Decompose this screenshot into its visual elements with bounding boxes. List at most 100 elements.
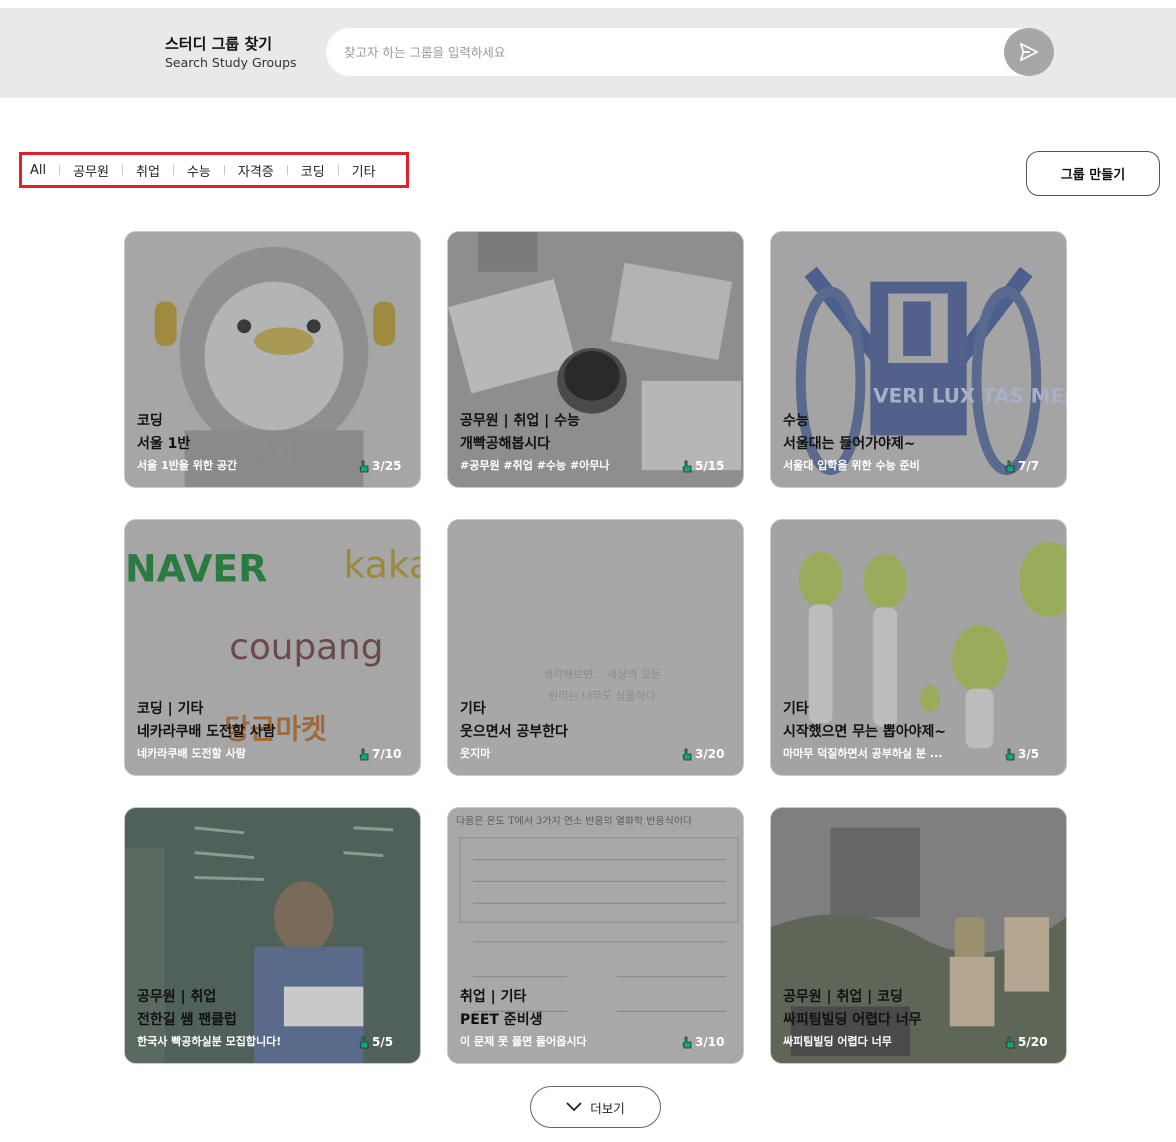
load-more-label: 더보기 (590, 1100, 625, 1116)
card-content: 공무원 | 취업 전한길 쌤 팬클럽 한국사 빡공하실분 모집합니다! 5/5 (137, 986, 408, 1051)
card-title: 서울 1반 (137, 436, 191, 452)
card-description: 마마무 덕질하면서 공부하실 분 ... (783, 747, 943, 760)
card-art-text: kaka (344, 543, 420, 587)
card-content: 기타 시작했으면 무는 뽑아야제~ 마마무 덕질하면서 공부하실 분 ... 3… (783, 698, 1054, 763)
study-group-card[interactable]: 드루와~ 코딩 서울 1반 서울 1반을 위한 공간 3/25 (124, 231, 421, 488)
member-count-value: 5/20 (1018, 1035, 1048, 1049)
member-count: 7/10 (359, 745, 401, 763)
card-art-text: VERI LUX TAS MEA (873, 385, 1066, 408)
card-title: 시작했으면 무는 뽑아야제~ (783, 724, 947, 740)
page-subtitle: Search Study Groups (165, 55, 297, 70)
category-jagyeokjeung[interactable]: 자격증 (238, 161, 274, 180)
card-description: 싸피팀빌딩 어렵다 너무 (783, 1035, 892, 1048)
card-art-text: coupang (229, 627, 383, 668)
card-title: 개빡공해봅시다 (460, 436, 551, 452)
search-input[interactable] (344, 40, 984, 64)
category-coding[interactable]: 코딩 (301, 161, 325, 180)
study-group-card[interactable]: 생각해보면... 세상의 모든 원리는 너무도 심플하다 기타 웃으면서 공부한… (447, 519, 744, 776)
card-title: 네카라쿠배 도전할 사람 (137, 724, 276, 740)
card-category: 공무원 | 취업 | 코딩 (783, 989, 903, 1005)
header: 스터디 그룹 찾기 Search Study Groups (0, 8, 1176, 98)
pointing-hand-icon (682, 1036, 692, 1048)
divider (337, 165, 339, 175)
page-title: 스터디 그룹 찾기 (165, 35, 273, 53)
card-category: 취업 | 기타 (460, 989, 527, 1005)
card-art-text: NAVER (125, 547, 267, 591)
divider (286, 165, 288, 175)
study-group-card[interactable]: VERI LUX TAS MEA 수능 서울대는 들어가야제~ 서울대 입학을 … (770, 231, 1067, 488)
card-title: 서울대는 들어가야제~ (783, 436, 916, 452)
card-description: 이 문제 못 풀면 들어옵시다 (460, 1035, 587, 1048)
card-content: 코딩 서울 1반 서울 1반을 위한 공간 3/25 (137, 410, 408, 475)
member-count: 3/5 (1005, 745, 1039, 763)
study-group-card[interactable]: 공무원 | 취업 | 수능 개빡공해봅시다 #공무원 #취업 #수능 #아무나 … (447, 231, 744, 488)
member-count-value: 5/5 (372, 1035, 394, 1049)
study-group-card[interactable]: 다음은 온도 T에서 3가지 연소 반응의 열화학 반응식이다 취업 | 기타 … (447, 807, 744, 1064)
category-suneung[interactable]: 수능 (187, 161, 211, 180)
category-gongmuwon[interactable]: 공무원 (73, 161, 109, 180)
member-count: 7/7 (1005, 457, 1039, 475)
chevron-down-icon (566, 1102, 582, 1112)
card-description: 서울대 입학을 위한 수능 준비 (783, 459, 920, 472)
card-description: 서울 1반을 위한 공간 (137, 459, 238, 472)
category-chwieop[interactable]: 취업 (136, 161, 160, 180)
card-category: 기타 (783, 701, 809, 717)
brand: 스터디 그룹 찾기 Search Study Groups (165, 34, 297, 72)
card-description: #공무원 #취업 #수능 #아무나 (460, 459, 610, 472)
load-more-button[interactable]: 더보기 (530, 1086, 661, 1128)
card-content: 공무원 | 취업 | 코딩 싸피팀빌딩 어렵다 너무 싸피팀빌딩 어렵다 너무 … (783, 986, 1054, 1051)
card-art-text: 다음은 온도 T에서 3가지 연소 반응의 열화학 반응식이다 (455, 815, 693, 827)
divider (122, 165, 124, 175)
category-gita[interactable]: 기타 (352, 161, 376, 180)
card-description: 웃지마 (460, 747, 491, 760)
card-content: 기타 웃으면서 공부한다 웃지마 3/20 (460, 698, 731, 763)
pointing-hand-icon (1005, 460, 1015, 472)
card-title: PEET 준비생 (460, 1012, 543, 1028)
create-group-button[interactable]: 그룹 만들기 (1026, 151, 1160, 196)
pointing-hand-icon (359, 460, 369, 472)
member-count: 5/15 (682, 457, 724, 475)
card-description: 한국사 빡공하실분 모집합니다! (137, 1035, 282, 1048)
pointing-hand-icon (682, 460, 692, 472)
member-count-value: 7/10 (372, 747, 402, 761)
card-content: 코딩 | 기타 네카라쿠배 도전할 사람 네카라쿠배 도전할 사람 7/10 (137, 698, 408, 763)
member-count: 3/20 (682, 745, 724, 763)
study-group-card[interactable]: 기타 시작했으면 무는 뽑아야제~ 마마무 덕질하면서 공부하실 분 ... 3… (770, 519, 1067, 776)
card-title: 싸피팀빌딩 어렵다 너무 (783, 1012, 922, 1028)
card-content: 수능 서울대는 들어가야제~ 서울대 입학을 위한 수능 준비 7/7 (783, 410, 1054, 475)
pointing-hand-icon (359, 748, 369, 760)
card-category: 코딩 | 기타 (137, 701, 204, 717)
card-title: 웃으면서 공부한다 (460, 724, 568, 740)
card-category: 기타 (460, 701, 486, 717)
pointing-hand-icon (1005, 1036, 1015, 1048)
card-category: 공무원 | 취업 | 수능 (460, 413, 580, 429)
study-group-card[interactable]: 공무원 | 취업 | 코딩 싸피팀빌딩 어렵다 너무 싸피팀빌딩 어렵다 너무 … (770, 807, 1067, 1064)
member-count-value: 3/10 (695, 1035, 725, 1049)
member-count: 3/25 (359, 457, 401, 475)
study-group-card[interactable]: NAVER kaka coupang 당근마켓 코딩 | 기타 네카라쿠배 도전… (124, 519, 421, 776)
member-count-value: 3/25 (372, 459, 402, 473)
search-button[interactable] (1004, 28, 1054, 76)
study-group-card[interactable]: 공무원 | 취업 전한길 쌤 팬클럽 한국사 빡공하실분 모집합니다! 5/5 (124, 807, 421, 1064)
member-count-value: 5/15 (695, 459, 725, 473)
card-category: 코딩 (137, 413, 163, 429)
card-category: 수능 (783, 413, 809, 429)
divider (172, 165, 174, 175)
pointing-hand-icon (359, 1036, 369, 1048)
divider (59, 165, 61, 175)
category-filter: All 공무원 취업 수능 자격증 코딩 기타 (19, 152, 409, 188)
pointing-hand-icon (1005, 748, 1015, 760)
search-bar (326, 28, 1054, 76)
member-count: 5/5 (359, 1033, 393, 1051)
paper-plane-icon (1019, 42, 1039, 62)
member-count: 5/20 (1005, 1033, 1047, 1051)
card-content: 공무원 | 취업 | 수능 개빡공해봅시다 #공무원 #취업 #수능 #아무나 … (460, 410, 731, 475)
member-count-value: 3/5 (1018, 747, 1040, 761)
card-description: 네카라쿠배 도전할 사람 (137, 747, 246, 760)
member-count-value: 3/20 (695, 747, 725, 761)
member-count-value: 7/7 (1018, 459, 1040, 473)
divider (223, 165, 225, 175)
category-all[interactable]: All (30, 163, 46, 178)
study-group-grid: 드루와~ 코딩 서울 1반 서울 1반을 위한 공간 3/25 공무원 | 취업… (124, 231, 1068, 1064)
card-category: 공무원 | 취업 (137, 989, 217, 1005)
